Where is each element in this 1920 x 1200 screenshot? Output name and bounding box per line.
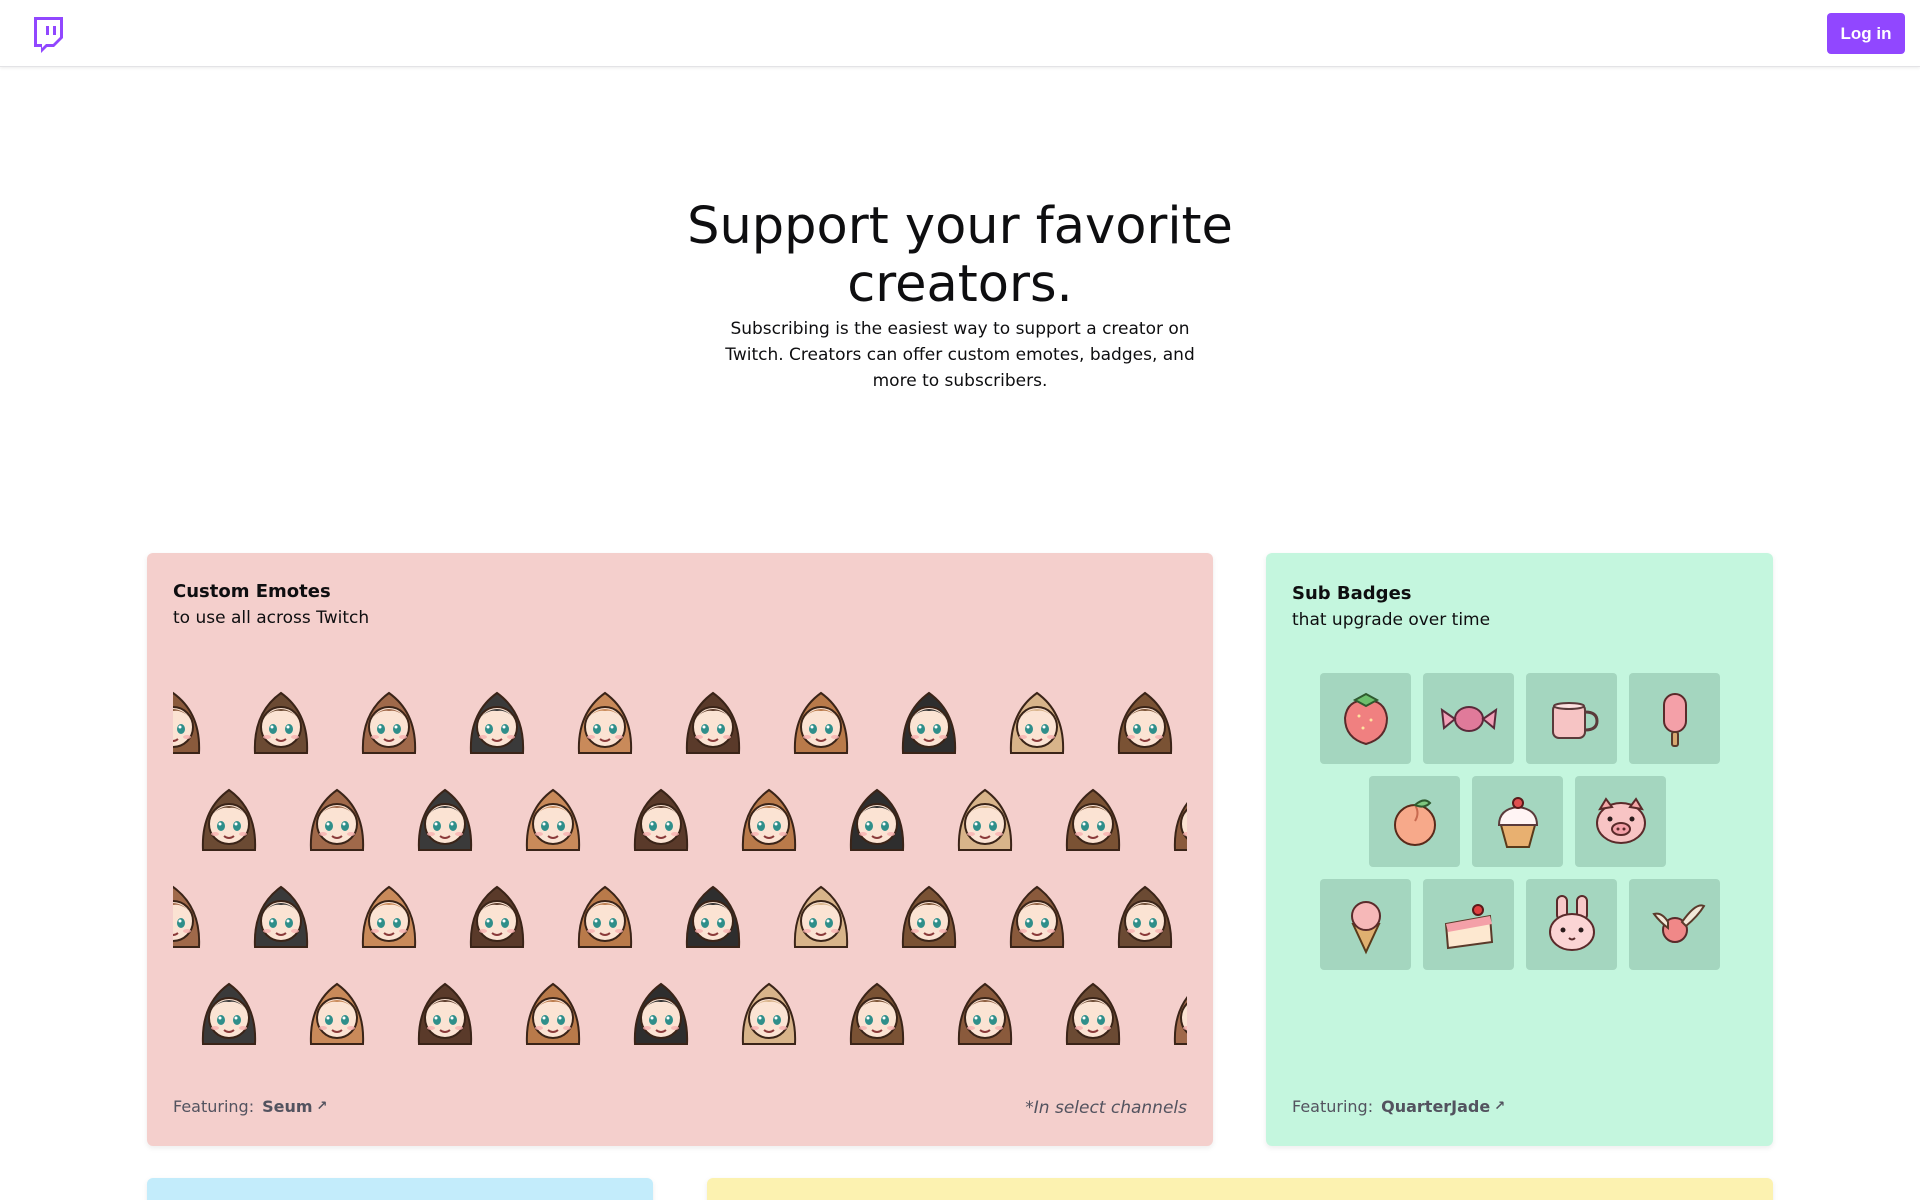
cake-slice-icon — [1444, 903, 1493, 949]
emote-sticker — [193, 974, 265, 1046]
emote-sticker — [733, 974, 805, 1046]
yellow-feature-card — [707, 1178, 1773, 1200]
emote-sticker — [1001, 683, 1073, 755]
strawberry-icon — [1343, 692, 1388, 745]
winged-orb-icon — [1651, 903, 1705, 943]
emote-sticker — [245, 877, 317, 949]
emote-sticker — [949, 780, 1021, 852]
emote-sticker — [173, 683, 209, 755]
emote-sticker — [409, 780, 481, 852]
sub-badge — [1472, 776, 1563, 867]
emote-sticker — [245, 683, 317, 755]
sub-badge — [1526, 879, 1617, 970]
emotes-featuring: Featuring: Seum ↗ — [173, 1097, 327, 1116]
peach-icon — [1393, 798, 1436, 846]
custom-emotes-subtitle: to use all across Twitch — [173, 608, 370, 628]
badges-featuring: Featuring: QuarterJade ↗ — [1292, 1097, 1505, 1116]
emote-sticker — [1109, 877, 1181, 949]
sub-badge — [1320, 673, 1411, 764]
emote-sticker — [893, 683, 965, 755]
featuring-label: Featuring: — [1292, 1097, 1374, 1116]
sub-badge — [1423, 879, 1514, 970]
bunny-icon — [1548, 894, 1595, 951]
emote-sticker — [1057, 780, 1129, 852]
login-button[interactable]: Log in — [1827, 13, 1905, 54]
hero-subtitle: Subscribing is the easiest way to suppor… — [725, 319, 1195, 391]
emote-sticker — [353, 877, 425, 949]
featuring-creator-name: Seum — [262, 1097, 313, 1116]
ice-cream-icon — [1350, 900, 1381, 954]
emote-sticker — [625, 780, 697, 852]
emote-sticker — [841, 974, 913, 1046]
featuring-creator-link[interactable]: Seum ↗ — [262, 1097, 327, 1116]
select-channels-note: *In select channels — [1025, 1098, 1187, 1118]
emote-sticker — [949, 974, 1021, 1046]
emote-sticker — [461, 683, 533, 755]
emote-sticker — [677, 877, 749, 949]
top-nav: Log in — [0, 0, 1920, 67]
emote-sticker — [1057, 974, 1129, 1046]
sub-badges-subtitle: that upgrade over time — [1292, 610, 1491, 630]
sub-badge — [1526, 673, 1617, 764]
emote-sticker — [517, 974, 589, 1046]
popsicle-icon — [1662, 692, 1687, 747]
emote-sticker — [785, 877, 857, 949]
twitch-logo-icon[interactable] — [29, 16, 64, 54]
emote-sticker — [301, 780, 373, 852]
emote-sticker — [569, 683, 641, 755]
emote-sticker — [1109, 683, 1181, 755]
candy-icon — [1440, 705, 1497, 732]
emote-sticker — [193, 780, 265, 852]
emote-sticker — [841, 780, 913, 852]
external-arrow-icon: ↗ — [1494, 1099, 1506, 1114]
emote-sticker — [409, 974, 481, 1046]
mug-icon — [1551, 701, 1599, 739]
badge-grid — [1266, 673, 1773, 993]
custom-emotes-card: Custom Emotes to use all across Twitch F… — [147, 553, 1213, 1146]
emote-sticker — [625, 974, 697, 1046]
featuring-creator-name: QuarterJade — [1381, 1097, 1491, 1116]
sub-badges-title: Sub Badges — [1292, 583, 1412, 604]
emote-sticker — [173, 877, 209, 949]
sub-badge — [1369, 776, 1460, 867]
emote-sticker — [785, 683, 857, 755]
sub-badge — [1629, 879, 1720, 970]
emote-sticker — [517, 780, 589, 852]
pig-icon — [1595, 796, 1646, 844]
emote-sticker — [301, 974, 373, 1046]
emote-sticker — [461, 877, 533, 949]
emote-sticker — [569, 877, 641, 949]
emote-sticker — [1165, 780, 1187, 852]
emote-sticker — [1165, 974, 1187, 1046]
featuring-creator-link[interactable]: QuarterJade ↗ — [1381, 1097, 1505, 1116]
custom-emotes-title: Custom Emotes — [173, 581, 331, 602]
featuring-label: Featuring: — [173, 1097, 255, 1116]
emote-grid — [173, 683, 1187, 1073]
emote-sticker — [677, 683, 749, 755]
emote-sticker — [353, 683, 425, 755]
sub-badges-card: Sub Badges that upgrade over time Featur… — [1266, 553, 1773, 1146]
sub-badge — [1575, 776, 1666, 867]
hero-title: Support your favorite creators. — [687, 197, 1233, 314]
external-arrow-icon: ↗ — [316, 1099, 328, 1114]
sub-badge — [1423, 673, 1514, 764]
emote-sticker — [733, 780, 805, 852]
sub-badge — [1320, 879, 1411, 970]
blue-feature-card — [147, 1178, 653, 1200]
emote-sticker — [893, 877, 965, 949]
cupcake-icon — [1497, 796, 1538, 848]
sub-badge — [1629, 673, 1720, 764]
emote-sticker — [1001, 877, 1073, 949]
